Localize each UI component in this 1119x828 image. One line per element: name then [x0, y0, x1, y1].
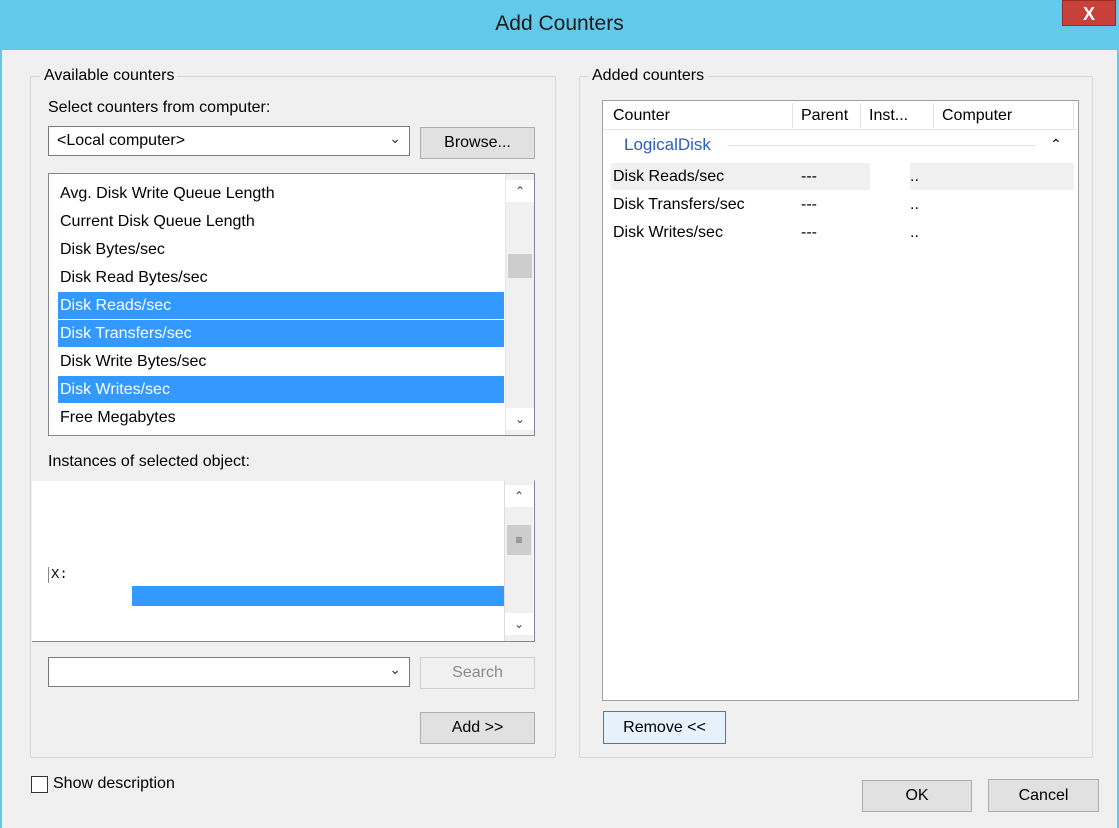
show-description-label[interactable]: Show description — [53, 775, 175, 793]
table-header: Counter Parent Inst... Computer — [603, 103, 1078, 130]
chevron-down-icon: ⌄ — [389, 661, 401, 677]
instance-item[interactable]: X: — [48, 567, 68, 583]
counters-scrollbar[interactable]: ⌃ ⌄ — [505, 174, 534, 435]
counter-list-item[interactable]: Avg. Disk Write Queue Length — [58, 180, 504, 207]
ok-button[interactable]: OK — [862, 780, 972, 812]
counter-list-item[interactable]: Current Disk Queue Length — [58, 208, 504, 235]
cell-counter: Disk Reads/sec — [613, 168, 725, 185]
cell-parent: --- — [801, 196, 817, 213]
scroll-down-icon[interactable]: ⌄ — [505, 613, 533, 635]
cell-instance: .. — [910, 168, 919, 185]
scrollbar-thumb[interactable] — [508, 254, 532, 278]
counter-list-item[interactable]: Disk Write Bytes/sec — [58, 348, 504, 375]
added-counters-label: Added counters — [589, 67, 708, 85]
counter-list-item[interactable]: Disk Reads/sec — [58, 292, 504, 319]
instance-selection-bar — [132, 586, 504, 606]
cancel-button[interactable]: Cancel — [988, 779, 1099, 812]
counter-list-item[interactable]: Disk Writes/sec — [58, 376, 504, 403]
scroll-down-icon[interactable]: ⌄ — [506, 408, 534, 430]
available-counters-label: Available counters — [41, 67, 178, 85]
add-button[interactable]: Add >> — [420, 712, 535, 744]
group-header-label: LogicalDisk — [624, 135, 711, 154]
cell-counter: Disk Writes/sec — [613, 224, 723, 241]
instances-label: Instances of selected object: — [48, 453, 250, 470]
instances-scrollbar[interactable]: ⌃ ≡ ⌄ — [504, 481, 533, 641]
counters-list[interactable]: Avg. Disk Write Queue Length Current Disk… — [48, 173, 535, 436]
instances-list[interactable]: X: ⌃ ≡ ⌄ — [32, 480, 535, 642]
cell-counter: Disk Transfers/sec — [613, 196, 745, 213]
chevron-down-icon: ⌄ — [389, 130, 401, 146]
table-row[interactable]: Disk Writes/sec ---.. — [603, 219, 1073, 247]
table-row[interactable]: Disk Reads/sec ---.. — [603, 163, 1074, 191]
collapse-chevron-icon[interactable]: ⌃ — [1050, 136, 1062, 153]
computer-dropdown[interactable]: <Local computer> ⌄ — [48, 126, 410, 156]
scroll-up-icon[interactable]: ⌃ — [506, 180, 534, 202]
window-border-left — [0, 50, 2, 828]
cell-parent: --- — [801, 168, 817, 185]
redacted-area — [32, 481, 192, 571]
counter-list-item[interactable]: Disk Transfers/sec — [58, 320, 504, 347]
counter-list-item[interactable]: Disk Read Bytes/sec — [58, 264, 504, 291]
close-button[interactable]: X — [1062, 0, 1116, 26]
title-bar: Add Counters X — [0, 0, 1119, 50]
cell-instance: .. — [910, 224, 919, 241]
computer-dropdown-value: <Local computer> — [57, 132, 186, 149]
row-highlight — [910, 163, 1074, 190]
counter-list-item[interactable]: Free Megabytes — [58, 404, 504, 431]
instance-search-dropdown[interactable]: ⌄ — [48, 657, 410, 687]
column-header-computer[interactable]: Computer — [934, 103, 1074, 128]
show-description-checkbox[interactable] — [31, 776, 48, 793]
search-button[interactable]: Search — [420, 657, 535, 689]
remove-button[interactable]: Remove << — [603, 711, 726, 744]
instance-label: X: — [48, 567, 68, 583]
group-header[interactable]: LogicalDisk ⌃ — [603, 133, 1078, 157]
added-counters-table[interactable]: Counter Parent Inst... Computer LogicalD… — [602, 100, 1079, 701]
table-row[interactable]: Disk Transfers/sec ---.. — [603, 191, 1073, 219]
cell-instance: .. — [910, 196, 919, 213]
column-header-counter[interactable]: Counter — [605, 103, 793, 128]
counter-list-item[interactable]: Disk Bytes/sec — [58, 236, 504, 263]
group-header-divider — [728, 145, 1036, 146]
column-header-instance[interactable]: Inst... — [861, 103, 934, 128]
scroll-up-icon[interactable]: ⌃ — [505, 485, 533, 507]
select-computer-label: Select counters from computer: — [48, 99, 271, 116]
cell-parent: --- — [801, 224, 817, 241]
scrollbar-thumb[interactable]: ≡ — [507, 525, 531, 555]
column-header-parent[interactable]: Parent — [793, 103, 861, 128]
browse-button[interactable]: Browse... — [420, 127, 535, 159]
window-title: Add Counters — [495, 12, 624, 35]
